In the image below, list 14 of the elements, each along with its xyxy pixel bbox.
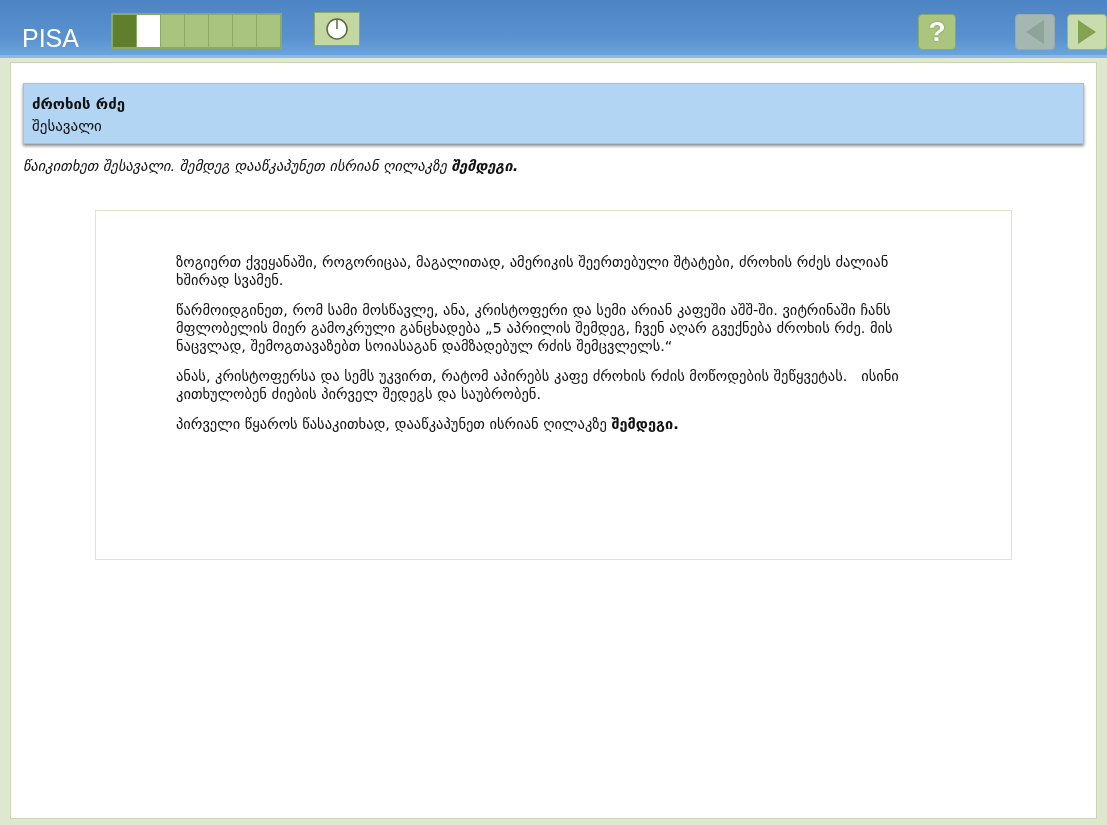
help-button[interactable]: ? <box>918 14 956 50</box>
paragraph: წარმოიდგინეთ, რომ სამი მოსწავლე, ანა, კრისტოფერი და სემი არიან კაფეში აშშ-ში. ვიტრინაში ჩანს მფლობელის მიერ გამოკრული განცხადება „5 აპრილის შემდეგ, ჩვენ აღარ გვექნება ძროხის რძე. მის ნაცვლად, შემოგთავაზებთ სოიასაგან დამზადებულ რძის შემცვლელს.“ <box>176 301 894 355</box>
paragraph: ზოგიერთ ქვეყანაში, როგორიცაა, მაგალითად, ამერიკის შეერთებული შტატები, ძროხის რძეს ძალიან ხშირად სვამენ. <box>176 253 890 289</box>
paragraph: ანას, კრისტოფერსა და სემს უკვირთ, რატომ აპირებს კაფე ძროხის რძის მოწოდების შეწყვეტას. ისინი კითხულობენ ძიების პირველ შედეგს და საუბრობენ. <box>176 367 900 403</box>
timer-button[interactable] <box>314 12 360 46</box>
logo: PISA <box>22 24 79 52</box>
unit-title: ძროხის რძე <box>32 94 126 115</box>
right-triangle-icon <box>1076 19 1098 45</box>
paragraph: პირველი წყაროს წასაკითხად, დააწკაპუნეთ ისრიან ღილაკზე შემდეგი. <box>176 415 680 433</box>
instruction-text: წაიკითხეთ შესავალი. შემდეგ დააწკაპუნეთ ისრიან ღილაკზე შემდეგი. <box>23 158 520 174</box>
clock-icon <box>325 17 349 41</box>
unit-subtitle: შესავალი <box>32 116 103 137</box>
left-triangle-icon <box>1024 19 1046 45</box>
next-button[interactable] <box>1067 14 1107 50</box>
